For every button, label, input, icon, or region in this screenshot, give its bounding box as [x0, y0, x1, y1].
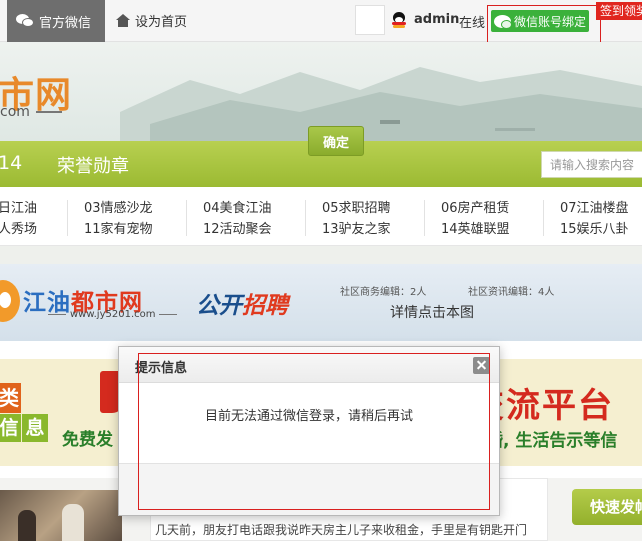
user-avatar[interactable] — [355, 5, 385, 35]
category-link[interactable]: 05求职招聘 — [322, 198, 391, 219]
category-link[interactable]: 14英雄联盟 — [441, 219, 510, 240]
category-divider — [424, 200, 425, 236]
category-link[interactable]: 07江油楼盘 — [560, 198, 629, 219]
ad-free-post-label: 免费发 — [62, 430, 113, 450]
category-link[interactable]: 03情感沙龙 — [84, 198, 153, 219]
sign-in-reward-button[interactable]: 签到领奖 — [596, 2, 642, 20]
category-divider — [186, 200, 187, 236]
category-link[interactable]: 15娱乐八卦 — [560, 219, 629, 240]
category-link[interactable]: 06房产租赁 — [441, 198, 510, 219]
category-divider — [543, 200, 544, 236]
recruit-ad-url: www.jy5201.com — [44, 309, 181, 320]
category-link[interactable]: 日江油 — [0, 198, 37, 219]
online-status: 在线 — [459, 16, 486, 31]
dialog-title: 提示信息 — [135, 361, 188, 376]
recruit-business-editor: 社区商务编辑：2人 — [340, 287, 427, 298]
forum-categories: 日江油 人秀场 03情感沙龙 11家有宠物 04美食江油 12活动聚会 05求职… — [0, 187, 642, 246]
category-link[interactable]: 13驴友之家 — [322, 219, 391, 240]
section-gap — [0, 246, 642, 264]
category-link[interactable]: 12活动聚会 — [203, 219, 272, 240]
official-wechat-label: 官方微信 — [39, 15, 92, 31]
category-divider — [305, 200, 306, 236]
recruit-detail-link[interactable]: 详情点击本图 — [390, 302, 474, 322]
home-icon — [116, 14, 130, 27]
nav-item-honor-medal[interactable]: 荣誉勋章 — [57, 152, 129, 178]
official-wechat-link[interactable]: 官方微信 — [7, 0, 105, 42]
category-link[interactable]: 04美食江油 — [203, 198, 272, 219]
quick-post-button[interactable]: 快速发帖 — [572, 489, 642, 525]
category-column: 06房产租赁 14英雄联盟 — [441, 198, 510, 240]
article-excerpt[interactable]: 几天前，朋友打电话跟我说昨天房主儿子来收租金，手里是有钥匙开门 — [155, 521, 527, 538]
category-column: 05求职招聘 13驴友之家 — [322, 198, 391, 240]
recruit-ad-title: 公开招聘 — [196, 293, 288, 319]
dialog-header: 提示信息 — [119, 347, 499, 383]
ad-platform-subtitle: 婚, 生活告示等信 — [486, 431, 618, 451]
qq-icon — [392, 12, 406, 28]
site-logo-domain: com — [0, 104, 62, 120]
close-icon[interactable] — [473, 357, 490, 374]
ad-info-char: 信 — [0, 414, 21, 442]
set-homepage-link[interactable]: 设为首页 — [116, 11, 187, 30]
search-input[interactable] — [541, 151, 642, 178]
ad-info-char: 息 — [22, 414, 48, 442]
alert-dialog: 提示信息 目前无法通过微信登录，请稍后再试 — [118, 346, 500, 516]
set-homepage-label: 设为首页 — [135, 15, 188, 30]
recruit-news-editor: 社区资讯编辑：4人 — [468, 287, 555, 298]
category-column: 07江油楼盘 15娱乐八卦 — [560, 198, 629, 240]
category-divider — [67, 200, 68, 236]
username-link[interactable]: admin — [414, 12, 459, 27]
wechat-icon — [16, 14, 34, 28]
article-thumbnail[interactable] — [0, 490, 122, 541]
category-column: 日江油 人秀场 — [0, 198, 37, 240]
dialog-footer — [119, 463, 499, 515]
dialog-message: 目前无法通过微信登录，请稍后再试 — [204, 409, 413, 424]
confirm-button[interactable]: 确定 — [308, 126, 364, 156]
category-column: 03情感沙龙 11家有宠物 — [84, 198, 153, 240]
ad-category-char: 类 — [0, 383, 21, 413]
category-link[interactable]: 人秀场 — [0, 219, 37, 240]
nav-item-number[interactable]: 14 — [0, 152, 22, 174]
category-column: 04美食江油 12活动聚会 — [203, 198, 272, 240]
category-link[interactable]: 11家有宠物 — [84, 219, 153, 240]
